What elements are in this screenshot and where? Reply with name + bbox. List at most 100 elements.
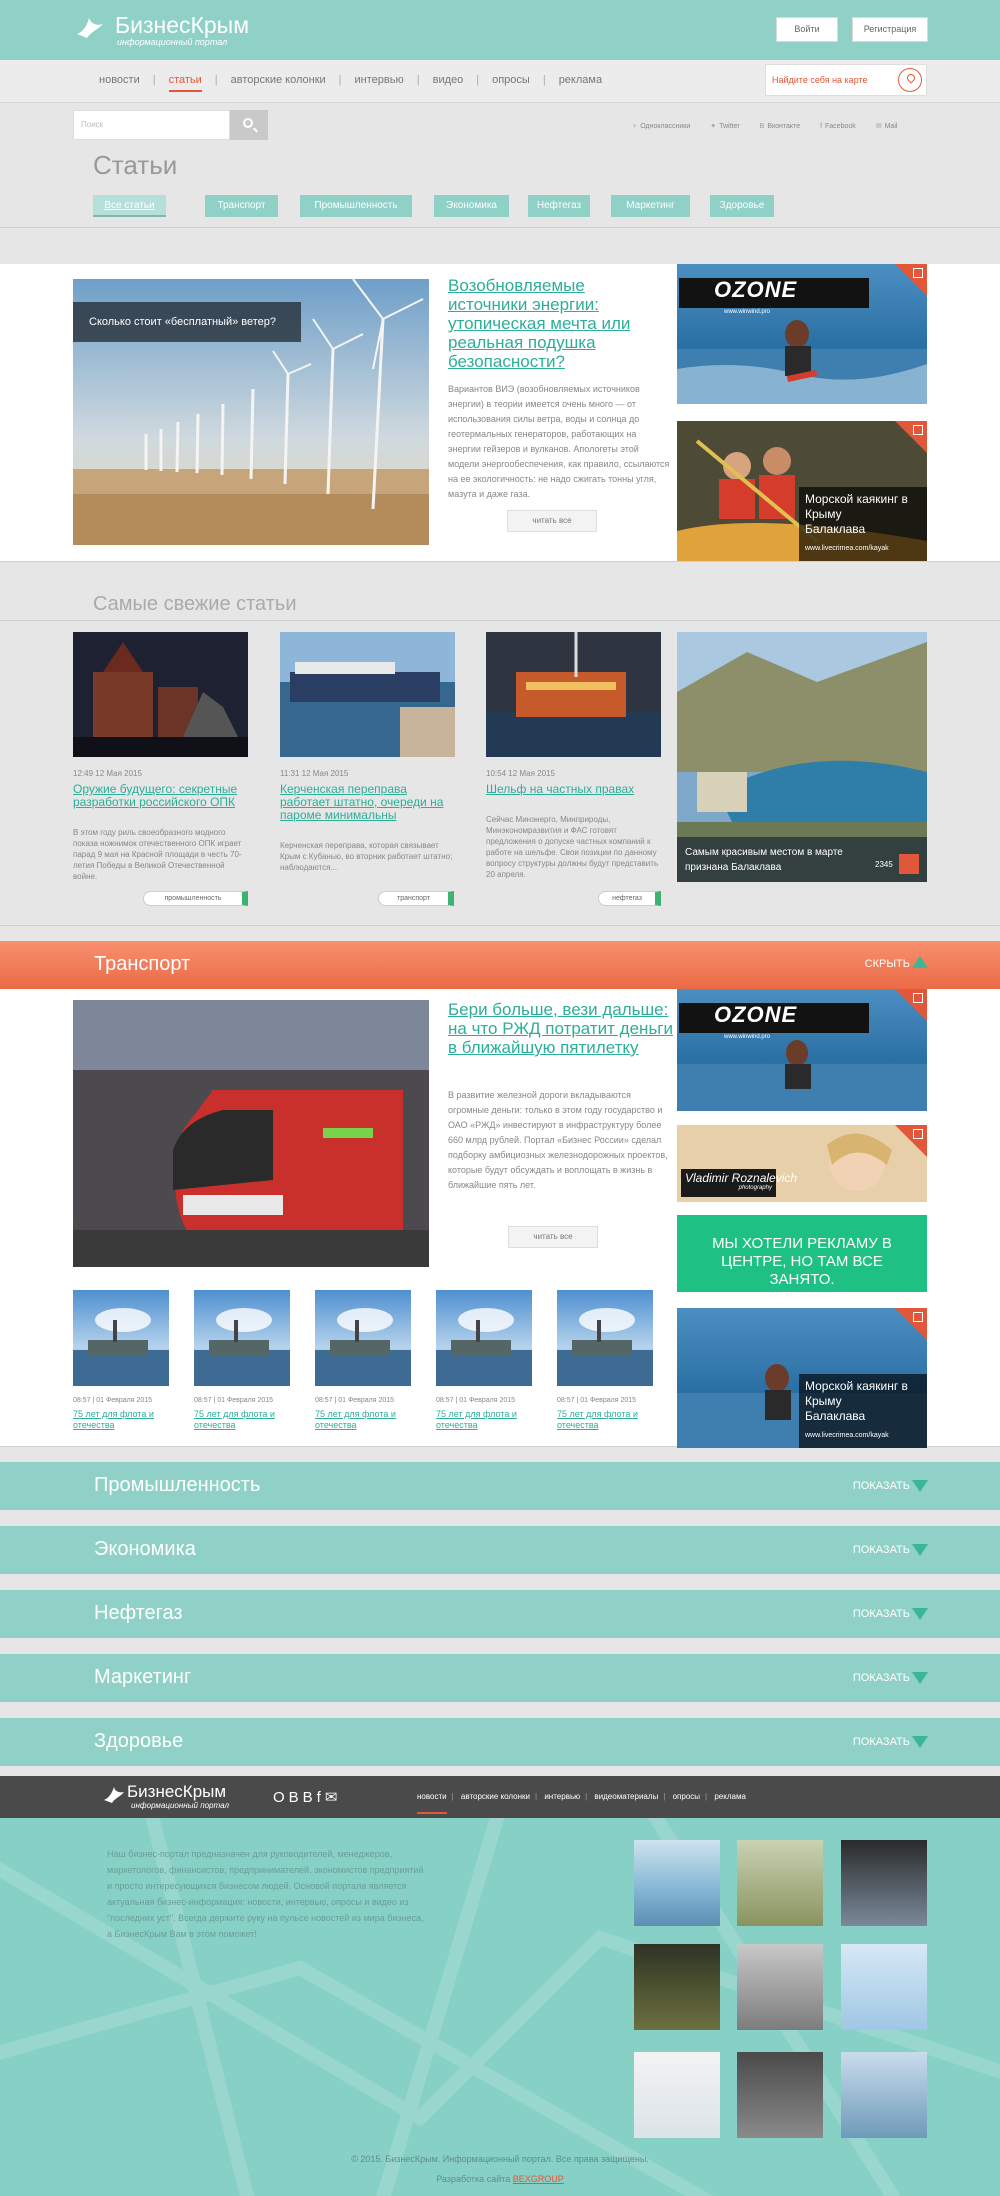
search-button[interactable] [230,110,268,140]
fresh-card-tag-2[interactable]: транспорт [378,891,454,906]
transport-small-image[interactable] [194,1290,290,1386]
expand-arrow-icon[interactable] [912,1672,928,1684]
category-industry[interactable]: Промышленность [300,195,412,217]
footer-gallery-photo[interactable] [634,1840,720,1926]
category-marketing[interactable]: Маркетинг [611,195,690,217]
expand-arrow-icon[interactable] [912,1544,928,1556]
transport-small-title[interactable]: 75 лет для флота и отечества [436,1409,532,1431]
transport-small-image[interactable] [73,1290,169,1386]
external-link-icon[interactable] [913,425,923,435]
fresh-card-image-2[interactable] [280,632,455,757]
footer-about-text: Наш бизнес-портал предназначен для руков… [107,1849,424,1939]
social-vkontakte[interactable]: B Вконтакте [760,123,800,130]
band-health[interactable]: Здоровье ПОКАЗАТЬ [0,1718,1000,1766]
category-all[interactable]: Все статьи [93,195,166,217]
band-industry[interactable]: Промышленность ПОКАЗАТЬ [0,1462,1000,1510]
bookmark-icon[interactable] [899,854,919,874]
transport-small-image[interactable] [557,1290,653,1386]
footer-gallery-photo[interactable] [841,1840,927,1926]
category-economy[interactable]: Экономика [434,195,509,217]
register-button[interactable]: Регистрация [852,17,928,42]
transport-main-title[interactable]: Бери больше, вези дальше: на что РЖД пот… [448,1000,673,1057]
ozone-ad[interactable]: OZONE www.winwind.pro [677,264,927,404]
photographer-ad[interactable]: Vladimir Roznalevich photography [677,1125,927,1202]
footer-gallery-photo[interactable] [634,2052,720,2138]
login-button[interactable]: Войти [776,17,838,42]
footer-nav-ads[interactable]: реклама [714,1792,746,1801]
footer-social-icons[interactable]: ОВBf✉ [273,1788,341,1806]
transport-main-image[interactable] [73,1000,429,1267]
band-show-label[interactable]: ПОКАЗАТЬ [853,1544,910,1556]
footer-gallery-photo[interactable] [634,1944,720,2030]
band-economy[interactable]: Экономика ПОКАЗАТЬ [0,1526,1000,1574]
nav-item-video[interactable]: видео [433,74,464,86]
map-finder-button[interactable]: Найдите себя на карте [765,64,927,96]
footer-gallery-photo[interactable] [841,2052,927,2138]
nav-item-columns[interactable]: авторские колонки [231,74,326,86]
expand-arrow-icon[interactable] [912,1736,928,1748]
nav-item-ads[interactable]: реклама [559,74,602,86]
kayak-ad-2[interactable]: Морской каякинг в Крыму Балаклава www.li… [677,1308,927,1448]
band-marketing[interactable]: Маркетинг ПОКАЗАТЬ [0,1654,1000,1702]
social-twitter[interactable]: ✦ Twitter [710,122,740,130]
ozone-ad-2[interactable]: OZONE www.winwind.pro [677,989,927,1111]
band-oilgas[interactable]: Нефтегаз ПОКАЗАТЬ [0,1590,1000,1638]
nav-item-polls[interactable]: опросы [492,74,530,86]
expand-arrow-icon[interactable] [912,1480,928,1492]
featured-title[interactable]: Возобновляемые источники энергии: утопич… [448,276,668,371]
developer-link[interactable]: BEXGROUP [513,2174,564,2184]
footer-gallery-photo[interactable] [737,1840,823,1926]
expand-arrow-icon[interactable] [912,1608,928,1620]
external-link-icon[interactable] [913,268,923,278]
external-link-icon[interactable] [913,993,923,1003]
transport-small-title[interactable]: 75 лет для флота и отечества [315,1409,411,1431]
social-facebook[interactable]: f Facebook [820,123,856,130]
mail-icon: ✉ [875,123,882,130]
balaklava-card[interactable]: Самым красивым местом в марте признана Б… [677,632,927,882]
footer-nav-interview[interactable]: интервью [544,1792,580,1801]
collapse-arrow-icon[interactable] [912,956,928,968]
band-show-label[interactable]: ПОКАЗАТЬ [853,1736,910,1748]
footer-gallery-photo[interactable] [737,2052,823,2138]
social-mail[interactable]: ✉ Mail [876,122,898,130]
band-show-label[interactable]: ПОКАЗАТЬ [853,1480,910,1492]
fresh-card-tag-3[interactable]: нефтегаз [598,891,661,906]
external-link-icon[interactable] [913,1312,923,1322]
fresh-card-title-3[interactable]: Шельф на частных правах [486,783,656,796]
nav-item-articles[interactable]: статьи [168,74,203,92]
band-show-label[interactable]: ПОКАЗАТЬ [853,1608,910,1620]
transport-read-more-button[interactable]: читать все [508,1226,598,1248]
transport-small-title[interactable]: 75 лет для флота и отечества [557,1409,653,1431]
transport-hide-label[interactable]: СКРЫТЬ [865,958,910,970]
fresh-card-tag-1[interactable]: промышленность [143,891,248,906]
fresh-card-title-2[interactable]: Керченская переправа работает штатно, оч… [280,783,450,822]
nav-item-interview[interactable]: интервью [355,74,404,86]
footer-nav-columns[interactable]: авторские колонки [461,1792,530,1801]
featured-read-more-button[interactable]: читать все [507,510,597,532]
placeholder-ad-banner[interactable]: МЫ ХОТЕЛИ РЕКЛАМУ В ЦЕНТРЕ, НО ТАМ ВСЕ З… [677,1215,927,1292]
fresh-card-image-1[interactable] [73,632,248,757]
footer-gallery-photo[interactable] [841,1944,927,2030]
footer-gallery-photo[interactable] [737,1944,823,2030]
transport-small-title[interactable]: 75 лет для флота и отечества [73,1409,169,1431]
fresh-card-title-1[interactable]: Оружие будущего: секретные разработки ро… [73,783,248,809]
footer-nav-polls[interactable]: опросы [673,1792,700,1801]
external-link-icon[interactable] [913,1129,923,1139]
social-odnoklassniki[interactable]: ♀ Одноклассники [632,123,690,130]
nav-item-news[interactable]: новости [99,74,140,86]
search-input[interactable]: Поиск [73,110,230,140]
kayak-ad[interactable]: Морской каякинг в Крыму Балаклава www.li… [677,421,927,561]
footer-nav-video[interactable]: видеоматериалы [594,1792,658,1801]
transport-small-title[interactable]: 75 лет для флота и отечества [194,1409,290,1431]
fresh-card-image-3[interactable] [486,632,661,757]
transport-band[interactable]: Транспорт СКРЫТЬ [0,941,1000,989]
category-health[interactable]: Здоровье [710,195,774,217]
transport-small-image[interactable] [436,1290,532,1386]
featured-image[interactable]: Сколько стоит «бесплатный» ветер? [73,279,429,545]
kayak-caption-2: Морской каякинг в Крыму Балаклава www.li… [799,1374,927,1448]
category-oilgas[interactable]: Нефтегаз [528,195,590,217]
footer-nav-news[interactable]: новости [417,1792,447,1801]
band-show-label[interactable]: ПОКАЗАТЬ [853,1672,910,1684]
transport-small-image[interactable] [315,1290,411,1386]
category-transport[interactable]: Транспорт [205,195,278,217]
